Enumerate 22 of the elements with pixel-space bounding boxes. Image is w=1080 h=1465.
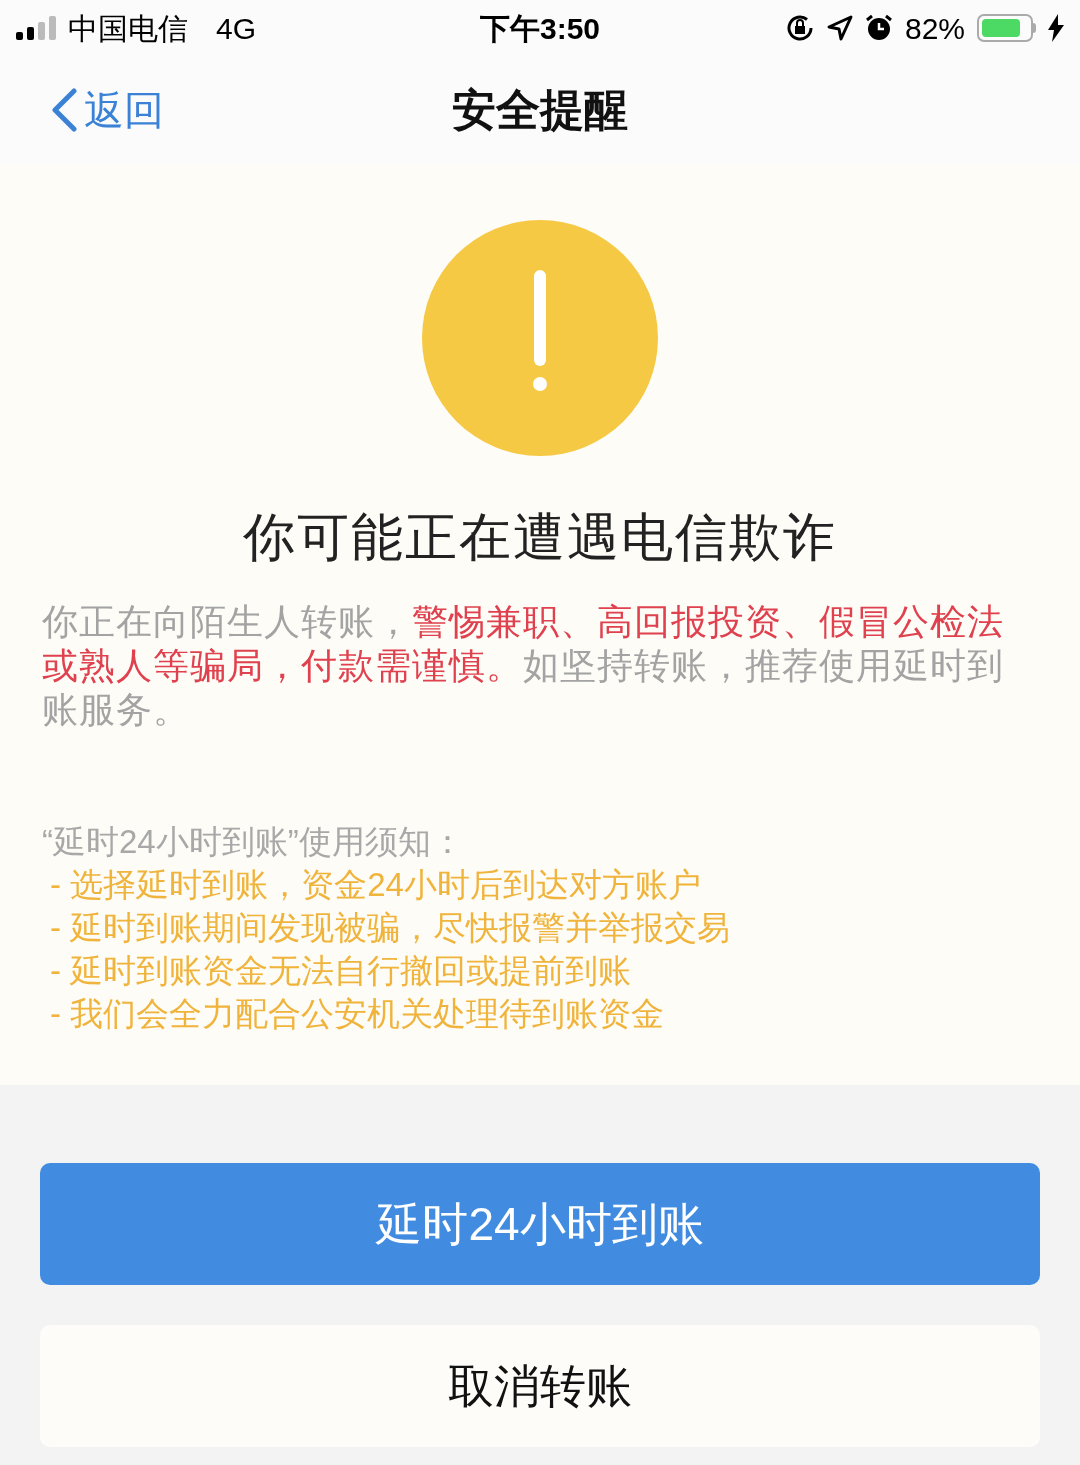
battery-percentage: 82% [904,10,965,47]
delay-transfer-button[interactable]: 延时24小时到账 [40,1163,1040,1285]
alarm-icon [864,14,893,42]
warning-icon [422,220,658,456]
rotation-lock-icon [784,13,815,43]
alert-message: 你正在向陌生人转账，警惕兼职、高回报投资、假冒公检法或熟人等骗局，付款需谨慎。如坚持转账，推荐使用延时到账服务。 [42,600,1005,732]
back-chevron-icon [50,88,78,132]
signal-icon [16,16,58,40]
back-button[interactable]: 返回 [50,80,164,140]
notice-item: - 选择延时到账，资金24小时后到达对方账户 [49,865,702,905]
carrier-name: 中国电信 [68,10,188,47]
notice-heading: “延时24小时到账”使用须知： [42,822,465,862]
cancel-transfer-button[interactable]: 取消转账 [40,1325,1040,1447]
battery-icon [977,14,1036,42]
network-type: 4G [216,10,257,47]
notice-item: - 我们会全力配合公安机关处理待到账资金 [49,994,666,1034]
alert-title: 你可能正在遭遇电信欺诈 [243,507,837,568]
notice-item: - 延时到账资金无法自行撤回或提前到账 [49,951,633,991]
page-title: 安全提醒 [452,84,628,136]
status-time: 下午3:50 [480,10,601,47]
notice-item: - 延时到账期间发现被骗，尽快报警并举报交易 [49,908,732,948]
location-icon [826,15,853,41]
